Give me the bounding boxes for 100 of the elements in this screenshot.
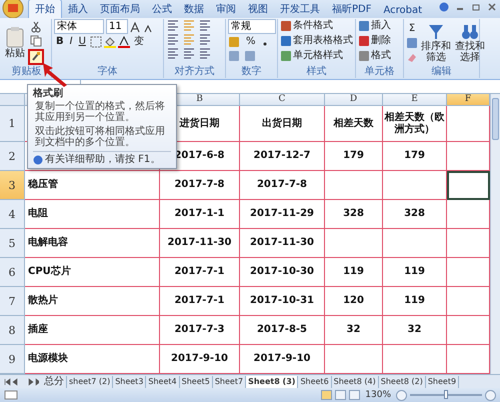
autosum-button[interactable]: Σ [406, 22, 418, 34]
scroll-thumb[interactable] [492, 98, 499, 140]
fill-color-icon[interactable] [104, 36, 116, 48]
ribbon-tab[interactable]: 公式 [146, 0, 178, 18]
cells-menu-button[interactable]: 删除 [358, 34, 401, 47]
sheet-tab[interactable]: Sheet8 (3) [246, 376, 298, 388]
align-icon[interactable] [182, 47, 196, 59]
selected-cell[interactable] [447, 171, 490, 200]
phonetic-button[interactable]: 变 [132, 36, 146, 48]
table-cell: 119 [325, 258, 383, 287]
sort-icon[interactable] [427, 22, 445, 40]
row-header[interactable]: 6 [0, 258, 25, 287]
row-header[interactable]: 1 [0, 106, 25, 142]
row-header[interactable]: 5 [0, 229, 25, 258]
editing-button[interactable]: 排序和筛选 [420, 22, 452, 64]
table-cell: 2017-7-8 [240, 171, 325, 200]
table-cell: 2017-11-30 [160, 229, 240, 258]
styles-menu-button[interactable]: 条件格式 [280, 19, 353, 32]
office-logo-icon[interactable] [2, 0, 24, 18]
ribbon-tab[interactable]: 视图 [242, 0, 274, 18]
styles-menu-button[interactable]: 套用表格格式 [280, 34, 353, 47]
align-icon[interactable] [166, 19, 180, 31]
italic-button[interactable]: I [68, 36, 75, 48]
table-cell: 119 [383, 287, 447, 316]
border-icon[interactable] [90, 36, 102, 48]
clipboard-icon[interactable] [5, 26, 25, 48]
orientation-icon[interactable] [198, 47, 212, 59]
format-painter-icon[interactable] [28, 48, 44, 64]
row-header[interactable]: 3 [0, 171, 25, 200]
ribbon-tab[interactable]: 页面布局 [94, 0, 146, 18]
zoom-level[interactable]: 130% [365, 390, 391, 400]
table-cell: 120 [325, 287, 383, 316]
table-cell: 稳压管 [25, 171, 160, 200]
table-cell: 179 [383, 142, 447, 171]
row-header[interactable]: 2 [0, 142, 25, 171]
editing-button[interactable]: 查找和选择 [454, 22, 486, 64]
column-header[interactable]: F [447, 94, 490, 106]
font-name-dropdown[interactable]: 宋体 [54, 19, 104, 34]
restore-icon[interactable] [471, 2, 481, 12]
table-cell: 2017-7-1 [160, 258, 240, 287]
view-button[interactable] [349, 390, 360, 400]
slider-thumb[interactable] [444, 390, 448, 399]
number-format-dropdown[interactable]: 常规 [228, 19, 276, 34]
table-cell: 2017-1-1 [160, 200, 240, 229]
paste-button[interactable]: 粘贴 [4, 25, 26, 60]
ribbon-tab[interactable]: Acrobat [377, 3, 428, 18]
align-icon[interactable] [198, 19, 212, 31]
group-label: 剪贴板 [10, 66, 42, 78]
zoom-in-button[interactable] [485, 390, 496, 400]
empty-cell [383, 229, 447, 258]
table-cell: 179 [325, 142, 383, 171]
column-header[interactable]: D [325, 94, 383, 106]
font-color-icon[interactable] [118, 36, 130, 48]
vertical-scrollbar[interactable] [490, 94, 500, 374]
ribbon-tab[interactable]: 数据 [178, 0, 210, 18]
table-cell: 328 [325, 200, 383, 229]
table-cell: 插座 [25, 316, 160, 345]
empty-cell [383, 171, 447, 200]
table-cell: CPU芯片 [25, 258, 160, 287]
align-icon[interactable] [166, 33, 180, 45]
styles-menu-button[interactable]: 单元格样式 [280, 49, 353, 62]
align-icon[interactable] [198, 33, 212, 45]
grow-font-icon[interactable] [130, 20, 142, 32]
ribbon-tab[interactable]: 审阅 [210, 0, 242, 18]
ribbon-tab[interactable]: 插入 [62, 0, 94, 18]
ribbon-tab[interactable]: 福昕PDF [326, 0, 378, 18]
bold-button[interactable]: B [54, 36, 66, 48]
row-header[interactable]: 4 [0, 200, 25, 229]
font-size-dropdown[interactable]: 11 [106, 19, 128, 34]
ribbon-tab[interactable]: 开发工具 [274, 0, 326, 18]
column-header[interactable]: E [383, 94, 447, 106]
macro-record-icon[interactable] [4, 390, 18, 400]
row-header[interactable]: 9 [0, 345, 25, 374]
scissors-icon[interactable] [30, 20, 42, 32]
help-icon[interactable] [439, 2, 449, 12]
zoom-out-button[interactable] [396, 390, 407, 400]
table-cell: 2017-10-31 [240, 287, 325, 316]
percent-button[interactable]: % [244, 36, 258, 48]
table-cell: 328 [383, 200, 447, 229]
close-icon[interactable] [487, 2, 497, 12]
align-icon[interactable] [166, 47, 180, 59]
ribbon-tab[interactable]: 开始 [28, 0, 62, 18]
table-cell: 32 [325, 316, 383, 345]
column-header[interactable]: C [240, 94, 325, 106]
table-cell: 2017-12-7 [240, 142, 325, 171]
binoculars-icon[interactable] [461, 22, 479, 40]
help-icon[interactable] [33, 155, 43, 165]
cells-menu-button[interactable]: 格式 [358, 49, 401, 62]
cells-menu-button[interactable]: 插入 [358, 19, 401, 32]
underline-button[interactable]: U [76, 36, 88, 48]
tooltip-title: 格式刷 [33, 88, 64, 99]
row-header[interactable]: 8 [0, 316, 25, 345]
group-label: 编辑 [430, 66, 452, 78]
empty-cell [325, 229, 383, 258]
group-label: 字体 [96, 66, 118, 78]
table-cell: 119 [383, 258, 447, 287]
copy-icon[interactable] [30, 34, 42, 46]
row-header[interactable]: 7 [0, 287, 25, 316]
view-button[interactable] [335, 390, 346, 400]
sheet-nav-icon[interactable] [3, 376, 39, 386]
